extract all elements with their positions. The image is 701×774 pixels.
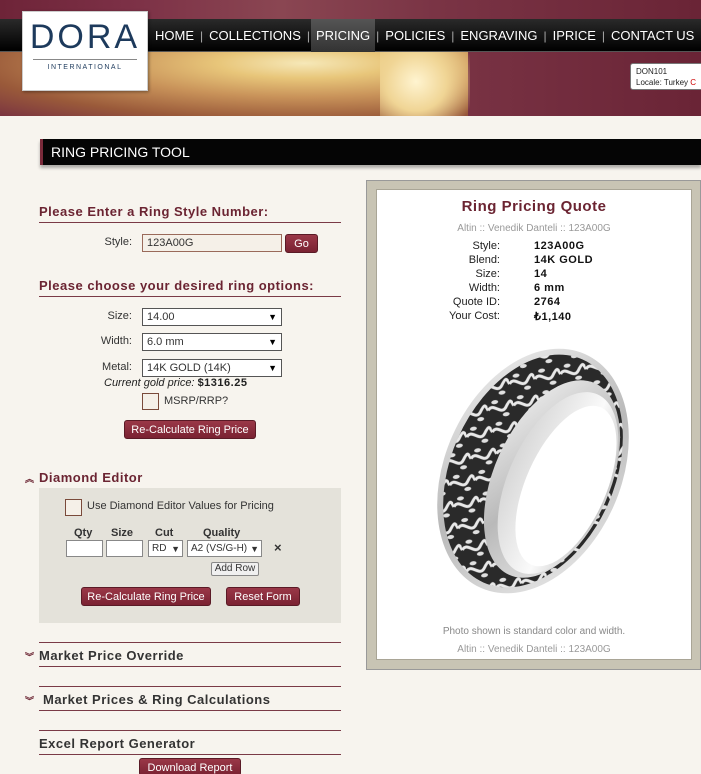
quote-value: 2764 xyxy=(534,296,561,308)
width-value: 6.0 mm xyxy=(147,336,184,348)
style-label: Style: xyxy=(104,236,132,248)
account-code: DON101 xyxy=(636,67,668,76)
page-title: RING PRICING TOOL xyxy=(40,139,701,165)
nav-iprice[interactable]: IPRICE xyxy=(548,19,601,52)
quote-key: Your Cost: xyxy=(449,310,500,322)
style-input[interactable]: 123A00G xyxy=(142,234,282,252)
quote-row: Size: 14 xyxy=(376,268,692,282)
nav-engraving[interactable]: ENGRAVING xyxy=(455,19,542,52)
quote-key: Blend: xyxy=(468,254,500,266)
add-row-button[interactable]: Add Row xyxy=(211,562,259,576)
use-diamond-values-label: Use Diamond Editor Values for Pricing xyxy=(87,500,274,512)
locale-change-link[interactable]: C xyxy=(690,78,696,87)
quote-value: 14 xyxy=(534,268,548,280)
remove-row-icon[interactable]: × xyxy=(274,540,282,555)
nav-policies[interactable]: POLICIES xyxy=(380,19,450,52)
quote-value: ₺1,140 xyxy=(534,311,572,323)
quality-value: A2 (VS/G-H) xyxy=(191,543,248,554)
size-value: 14.00 xyxy=(147,311,175,323)
page: DORA INTERNATIONAL HOME | COLLECTIONS | … xyxy=(0,0,701,774)
dropdown-arrow-icon: ▼ xyxy=(171,544,180,554)
diamond-editor-heading[interactable]: ︽ Diamond Editor xyxy=(25,470,341,490)
quote-key: Width: xyxy=(468,282,500,294)
size-select[interactable]: 14.00 ▼ xyxy=(142,308,282,326)
metal-select[interactable]: 14K GOLD (14K) ▼ xyxy=(142,359,282,377)
gold-price-label: Current gold price: xyxy=(104,377,195,389)
col-quality: Quality xyxy=(203,527,241,539)
quote-row: Blend: 14K GOLD xyxy=(376,254,692,268)
excel-heading: Excel Report Generator xyxy=(39,730,341,755)
logo-subtitle: INTERNATIONAL xyxy=(47,64,123,71)
ring-image xyxy=(437,348,629,594)
logo-divider xyxy=(33,59,137,60)
quote-value: 14K GOLD xyxy=(534,254,594,266)
size-label: Size: xyxy=(107,310,132,322)
diamond-recalc-button[interactable]: Re-Calculate Ring Price xyxy=(81,587,211,606)
msrp-label: MSRP/RRP? xyxy=(164,395,229,407)
quote-subtitle: Altin :: Venedik Danteli :: 123A00G xyxy=(457,223,611,234)
metal-value: 14K GOLD (14K) xyxy=(147,362,231,374)
quote-key: Size: xyxy=(475,268,500,280)
recalc-button[interactable]: Re-Calculate Ring Price xyxy=(124,420,256,439)
dropdown-arrow-icon: ▼ xyxy=(268,337,277,347)
metal-label: Metal: xyxy=(102,361,132,373)
locale-box[interactable]: DON101 Locale: Turkey C xyxy=(630,63,701,90)
nav-contact-us[interactable]: CONTACT US xyxy=(606,19,699,52)
market-override-title: Market Price Override xyxy=(39,648,184,663)
msrp-checkbox[interactable] xyxy=(142,393,159,410)
market-calcs-heading[interactable]: ︾ Market Prices & Ring Calculations xyxy=(25,686,341,712)
quote-value: 6 mm xyxy=(534,282,565,294)
photo-note: Photo shown is standard color and width. xyxy=(442,626,626,637)
quote-row: Your Cost: ₺1,140 xyxy=(376,310,692,324)
quality-select[interactable]: A2 (VS/G-H) ▼ xyxy=(187,540,262,557)
expand-down-icon: ︾ xyxy=(25,696,35,707)
logo-name: DORA xyxy=(29,18,141,56)
options-section-heading: Please choose your desired ring options: xyxy=(39,278,341,297)
nav-pricing[interactable]: PRICING xyxy=(311,19,376,52)
download-report-button[interactable]: Download Report xyxy=(139,758,241,774)
style-section-heading: Please Enter a Ring Style Number: xyxy=(39,204,341,223)
size-input[interactable] xyxy=(106,540,143,557)
go-button[interactable]: Go xyxy=(285,234,318,253)
cut-select[interactable]: RD ▼ xyxy=(148,540,183,557)
qty-input[interactable] xyxy=(66,540,103,557)
gold-price-value: $1316.25 xyxy=(197,377,248,389)
reset-form-button[interactable]: Reset Form xyxy=(226,587,300,606)
brand-logo[interactable]: DORA INTERNATIONAL xyxy=(22,11,148,91)
diamond-editor-title: Diamond Editor xyxy=(39,470,143,485)
locale-label: Locale: Turkey xyxy=(636,78,689,87)
col-size: Size xyxy=(111,527,134,539)
nav-collections[interactable]: COLLECTIONS xyxy=(204,19,306,52)
quote-value: 123A00G xyxy=(534,240,585,252)
expand-down-icon: ︾ xyxy=(25,652,35,663)
quote-row: Quote ID: 2764 xyxy=(376,296,692,310)
quote-key: Quote ID: xyxy=(452,296,500,308)
collapse-up-icon: ︽ xyxy=(25,474,35,485)
use-diamond-values-checkbox[interactable] xyxy=(65,499,82,516)
dropdown-arrow-icon: ▼ xyxy=(250,544,259,554)
col-qty: Qty xyxy=(74,527,93,539)
main-nav: HOME | COLLECTIONS | PRICING | POLICIES … xyxy=(150,19,699,52)
quote-row: Style: 123A00G xyxy=(376,240,692,254)
col-cut: Cut xyxy=(155,527,174,539)
nav-home[interactable]: HOME xyxy=(150,19,199,52)
market-calcs-title: Market Prices & Ring Calculations xyxy=(43,692,271,707)
quote-footer-subtitle: Altin :: Venedik Danteli :: 123A00G xyxy=(457,644,611,655)
dropdown-arrow-icon: ▼ xyxy=(268,312,277,322)
market-override-heading[interactable]: ︾ Market Price Override xyxy=(25,642,341,668)
width-select[interactable]: 6.0 mm ▼ xyxy=(142,333,282,351)
cut-value: RD xyxy=(152,543,167,554)
dropdown-arrow-icon: ▼ xyxy=(268,363,277,373)
width-label: Width: xyxy=(100,335,132,347)
quote-title: Ring Pricing Quote xyxy=(461,198,607,215)
quote-row: Width: 6 mm xyxy=(376,282,692,296)
quote-key: Style: xyxy=(472,240,500,252)
gold-price-row: Current gold price: $1316.25 xyxy=(104,377,247,389)
